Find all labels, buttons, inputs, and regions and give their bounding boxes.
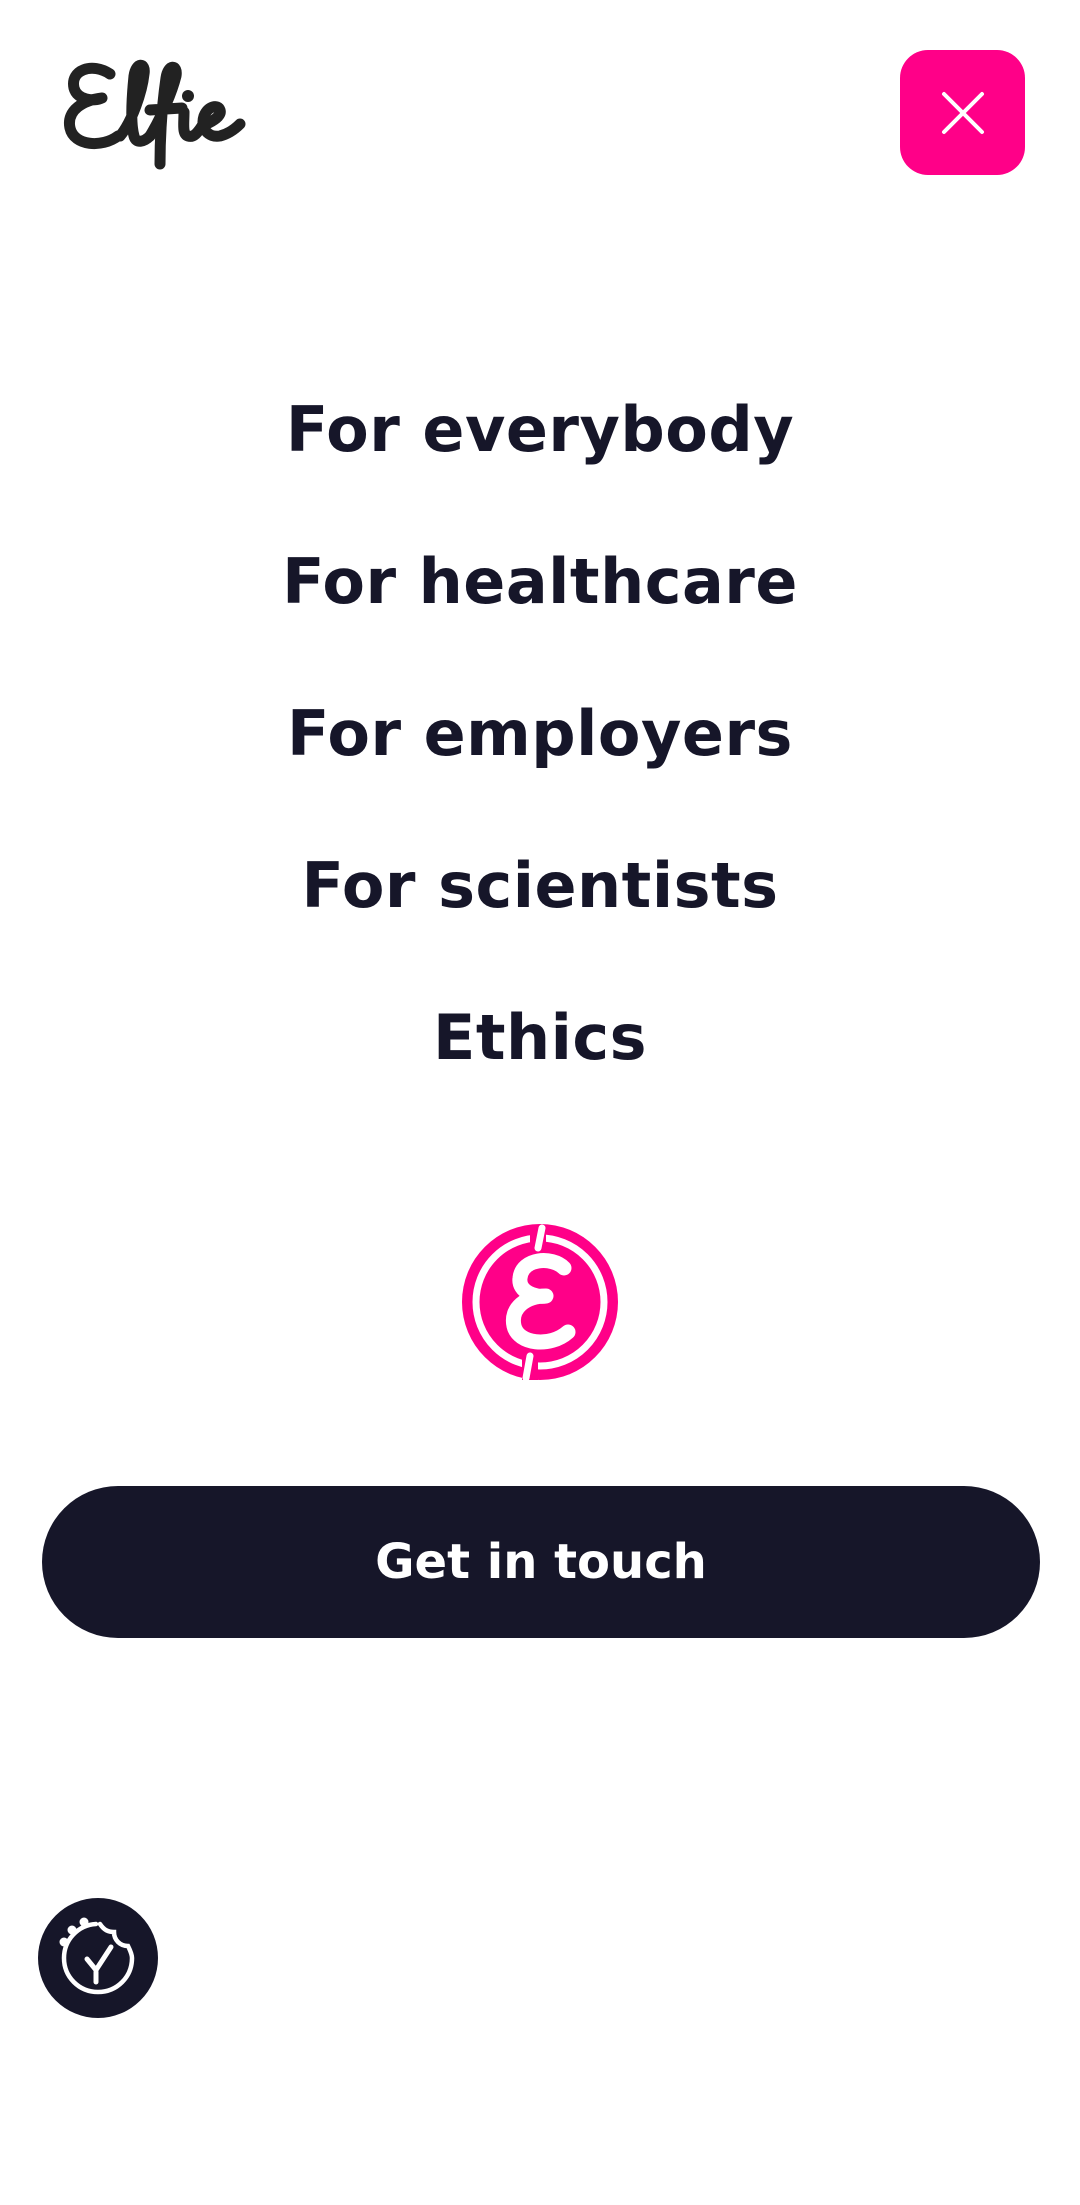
nav-item-for-healthcare[interactable]: For healthcare: [282, 532, 798, 684]
nav-item-for-everybody[interactable]: For everybody: [286, 380, 794, 532]
cookie-consent-button[interactable]: [38, 1898, 158, 2018]
nav-item-for-employers[interactable]: For employers: [287, 684, 793, 836]
get-in-touch-button[interactable]: Get in touch: [42, 1486, 1040, 1638]
main-menu: For everybody For healthcare For employe…: [0, 380, 1080, 1140]
cookie-consent-icon: [59, 1917, 135, 1995]
nav-item-for-scientists[interactable]: For scientists: [301, 836, 778, 988]
nav-item-ethics[interactable]: Ethics: [433, 988, 647, 1140]
elfie-wordmark-icon: [64, 59, 246, 170]
close-icon: [941, 91, 984, 134]
elfie-logo[interactable]: [62, 52, 258, 172]
elfie-e-badge-icon: [462, 1224, 618, 1382]
get-in-touch-label: Get in touch: [375, 1534, 707, 1590]
close-menu-button[interactable]: [900, 50, 1025, 175]
elfie-badge: [460, 1222, 620, 1382]
